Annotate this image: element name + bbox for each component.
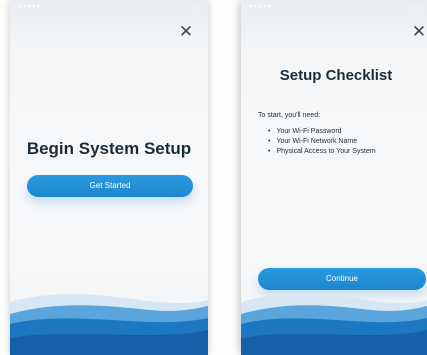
checklist-screen: ●●●●● ▭ ✕ Setup Checklist To start, you'… [241,0,427,355]
wave-decoration [241,294,427,355]
requirements-list: Your Wi-Fi Password Your Wi-Fi Network N… [268,127,376,157]
battery-icon: ▭ [194,4,200,11]
signal-icon: ●●●●● [18,4,42,10]
list-item: Physical Access to Your System [268,147,375,157]
close-icon[interactable]: ✕ [178,23,194,40]
page-title: Begin System Setup [26,139,192,158]
status-bar: ●●●●● ▭ [10,0,208,14]
battery-icon: ▭ [413,4,419,11]
showcase-stage: ●●●●● ▭ ✕ Begin System Setup Get Started… [0,0,427,355]
signal-icon: ●●●●● [249,4,273,10]
status-bar: ●●●●● ▭ [241,0,427,14]
page-title: Setup Checklist [279,67,393,84]
close-icon[interactable]: ✕ [411,23,427,40]
get-started-button[interactable]: Get Started [27,175,193,197]
wave-decoration [10,294,208,355]
intro-text: To start, you'll need: [258,112,321,119]
list-item: Your Wi-Fi Password [268,127,376,137]
list-item: Your Wi-Fi Network Name [268,137,376,147]
welcome-screen: ●●●●● ▭ ✕ Begin System Setup Get Started [10,0,208,355]
